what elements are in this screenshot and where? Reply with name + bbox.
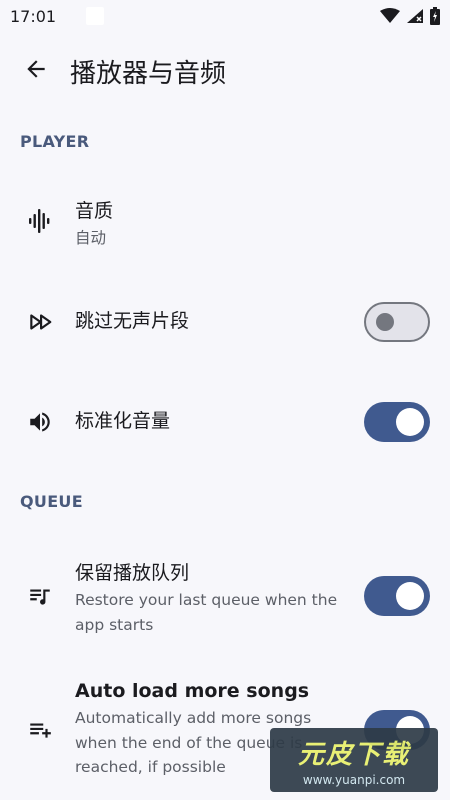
normalize-volume-toggle[interactable]: [364, 402, 430, 442]
audio-waveform-icon: [26, 207, 54, 235]
setting-title: 跳过无声片段: [75, 310, 190, 332]
setting-skip-silence[interactable]: 跳过无声片段: [0, 296, 450, 348]
setting-normalize-volume[interactable]: 标准化音量: [0, 396, 450, 448]
setting-description-line1: Automatically add more songs: [75, 709, 312, 727]
section-header-player: PLAYER: [20, 132, 90, 151]
watermark: 元皮下载 www.yuanpi.com: [270, 728, 438, 792]
app-bar: 播放器与音频: [0, 40, 450, 102]
toggle-thumb: [396, 582, 424, 610]
arrow-back-icon: [23, 56, 49, 86]
setting-description-line1: Restore your last queue when the: [75, 591, 338, 609]
back-button[interactable]: [8, 43, 64, 99]
playlist-add-icon: [26, 716, 54, 744]
persistent-queue-toggle[interactable]: [364, 576, 430, 616]
toggle-thumb: [376, 313, 394, 331]
watermark-logo: 元皮下载: [297, 739, 410, 770]
page-title: 播放器与音频: [70, 58, 227, 89]
setting-title: Auto load more songs: [75, 680, 310, 702]
setting-persistent-queue[interactable]: 保留播放队列 Restore your last queue when the …: [0, 556, 450, 640]
setting-title: 标准化音量: [75, 410, 171, 432]
status-icons: [380, 7, 440, 25]
setting-audio-quality-text: 音质 自动: [75, 198, 340, 251]
status-bar: 17:01: [0, 0, 450, 32]
setting-normalize-volume-text: 标准化音量: [75, 408, 340, 434]
setting-description-line2: app starts: [75, 615, 154, 634]
toggle-thumb: [396, 408, 424, 436]
queue-music-icon: [26, 582, 54, 610]
setting-audio-quality[interactable]: 音质 自动: [0, 190, 450, 260]
skip-silence-toggle[interactable]: [364, 302, 430, 342]
battery-charging-icon: [430, 7, 440, 25]
setting-title: 保留播放队列: [75, 562, 190, 584]
section-header-queue: QUEUE: [20, 492, 83, 511]
setting-skip-silence-text: 跳过无声片段: [75, 308, 340, 334]
setting-title: 音质: [75, 200, 114, 222]
setting-value: 自动: [75, 229, 107, 247]
notification-placeholder-icon: [86, 7, 105, 25]
signal-no-data-icon: [406, 8, 424, 24]
watermark-url: www.yuanpi.com: [302, 772, 406, 787]
setting-persistent-queue-text: 保留播放队列 Restore your last queue when the …: [75, 560, 350, 637]
volume-icon: [26, 408, 54, 436]
status-time: 17:01: [10, 6, 57, 26]
fast-forward-icon: [26, 308, 54, 336]
wifi-icon: [380, 8, 400, 24]
